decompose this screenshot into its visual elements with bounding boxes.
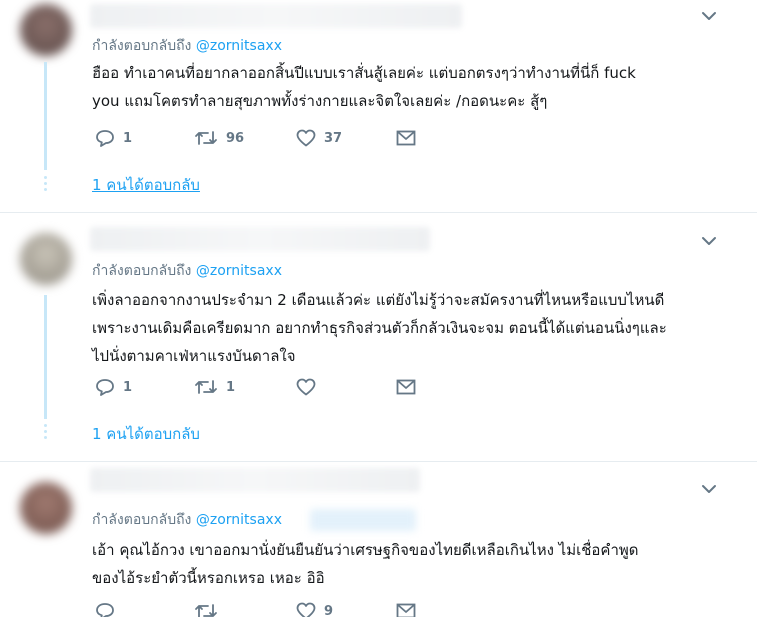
tweet-text-line: you แถมโคตรทำลายสุขภาพทั้งร่างกายและจิตใ…: [92, 92, 548, 110]
avatar[interactable]: [20, 233, 72, 285]
replying-to: กำลังตอบกลับถึง @zornitsaxx: [92, 260, 282, 282]
tweet-1[interactable]: กำลังตอบกลับถึง @zornitsaxx ฮืออ ทำเอาคน…: [0, 0, 757, 212]
retweet-icon: [195, 604, 217, 617]
thread-dot: [44, 430, 47, 433]
reply-icon: [96, 130, 114, 147]
avatar[interactable]: [20, 482, 72, 534]
retweet-count: 96: [226, 130, 245, 146]
tweet-text: เอ้า คุณไอ้กวง เขาออกมานั่งยันยืนยันว่าเ…: [92, 536, 732, 592]
author-name[interactable]: [90, 4, 462, 28]
replying-to-handle[interactable]: @zornitsaxx: [196, 38, 282, 54]
retweet-button[interactable]: [194, 602, 226, 617]
author-name[interactable]: [90, 468, 420, 492]
thread-dot: [44, 182, 47, 185]
thread-dot: [44, 176, 47, 179]
envelope-icon: [396, 379, 416, 395]
like-count: 37: [324, 130, 343, 146]
replying-to-handle[interactable]: @zornitsaxx: [196, 512, 282, 528]
thread-dot: [44, 424, 47, 427]
direct-message-button[interactable]: [396, 603, 416, 617]
tweet-text-line: เพิ่งลาออกจากงานประจำมา 2 เดือนแล้วค่ะ แ…: [92, 291, 665, 309]
retweet-icon: [195, 380, 217, 394]
replying-to-label: กำลังตอบกลับถึง: [92, 512, 192, 528]
show-replies-link[interactable]: 1 คนได้ตอบกลับ: [92, 422, 200, 446]
tweet-text: เพิ่งลาออกจากงานประจำมา 2 เดือนแล้วค่ะ แ…: [92, 286, 732, 370]
replying-to-label: กำลังตอบกลับถึง: [92, 38, 192, 54]
reply-count: 1: [123, 130, 133, 146]
show-replies-link[interactable]: 1 คนได้ตอบกลับ: [92, 173, 200, 197]
replying-to: กำลังตอบกลับถึง @zornitsaxx: [92, 35, 282, 57]
reply-button[interactable]: [95, 602, 123, 617]
reply-count: 1: [123, 379, 133, 395]
tweet-text-line: ไปนั่งตามคาเฟ่หาแรงบันดาลใจ: [92, 347, 296, 365]
direct-message-button[interactable]: [396, 130, 416, 146]
heart-icon: [296, 129, 316, 147]
like-count: 9: [324, 603, 334, 617]
like-button[interactable]: [296, 378, 324, 396]
retweet-icon: [195, 131, 217, 145]
tweet-text-line: เอ้า คุณไอ้กวง เขาออกมานั่งยันยืนยันว่าเ…: [92, 541, 639, 559]
reply-icon: [96, 379, 114, 396]
tweet-2[interactable]: กำลังตอบกลับถึง @zornitsaxx เพิ่งลาออกจา…: [0, 213, 757, 461]
retweet-count: 1: [226, 379, 236, 395]
envelope-icon: [396, 130, 416, 146]
replying-to-label: กำลังตอบกลับถึง: [92, 263, 192, 279]
chevron-down-icon[interactable]: [700, 234, 718, 248]
direct-message-button[interactable]: [396, 379, 416, 395]
chevron-down-icon[interactable]: [700, 9, 718, 23]
thread-dot: [44, 188, 47, 191]
tweet-text: ฮืออ ทำเอาคนที่อยากลาออกสิ้นปีแบบเราสั่น…: [92, 59, 732, 115]
replying-to: กำลังตอบกลับถึง @zornitsaxx: [92, 509, 282, 531]
thread-line: [44, 62, 47, 170]
envelope-icon: [396, 603, 416, 617]
tweet-text-line: เพราะงานเดิมคือเครียดมาก อยากทำธุรกิจส่ว…: [92, 319, 667, 337]
reply-icon: [96, 603, 114, 617]
chevron-down-icon[interactable]: [700, 482, 718, 496]
like-button[interactable]: 9: [296, 602, 333, 617]
handle-blur: [310, 509, 416, 531]
thread-dot: [44, 436, 47, 439]
heart-icon: [296, 378, 316, 396]
heart-icon: [296, 602, 316, 617]
like-button[interactable]: 37: [296, 129, 342, 147]
reply-button[interactable]: 1: [95, 378, 132, 396]
avatar[interactable]: [20, 4, 72, 56]
thread-line: [44, 295, 47, 419]
reply-button[interactable]: 1: [95, 129, 132, 147]
tweet-text-line: ของไอ้ระยำตัวนี้หรอกเหรอ เหอะ อิอิ: [92, 569, 325, 587]
replying-to-handle[interactable]: @zornitsaxx: [196, 263, 282, 279]
tweet-3[interactable]: กำลังตอบกลับถึง @zornitsaxx เอ้า คุณไอ้ก…: [0, 462, 757, 617]
author-name[interactable]: [90, 227, 430, 251]
tweet-text-line: ฮืออ ทำเอาคนที่อยากลาออกสิ้นปีแบบเราสั่น…: [92, 64, 636, 82]
retweet-button[interactable]: 96: [194, 129, 244, 147]
retweet-button[interactable]: 1: [194, 378, 235, 396]
